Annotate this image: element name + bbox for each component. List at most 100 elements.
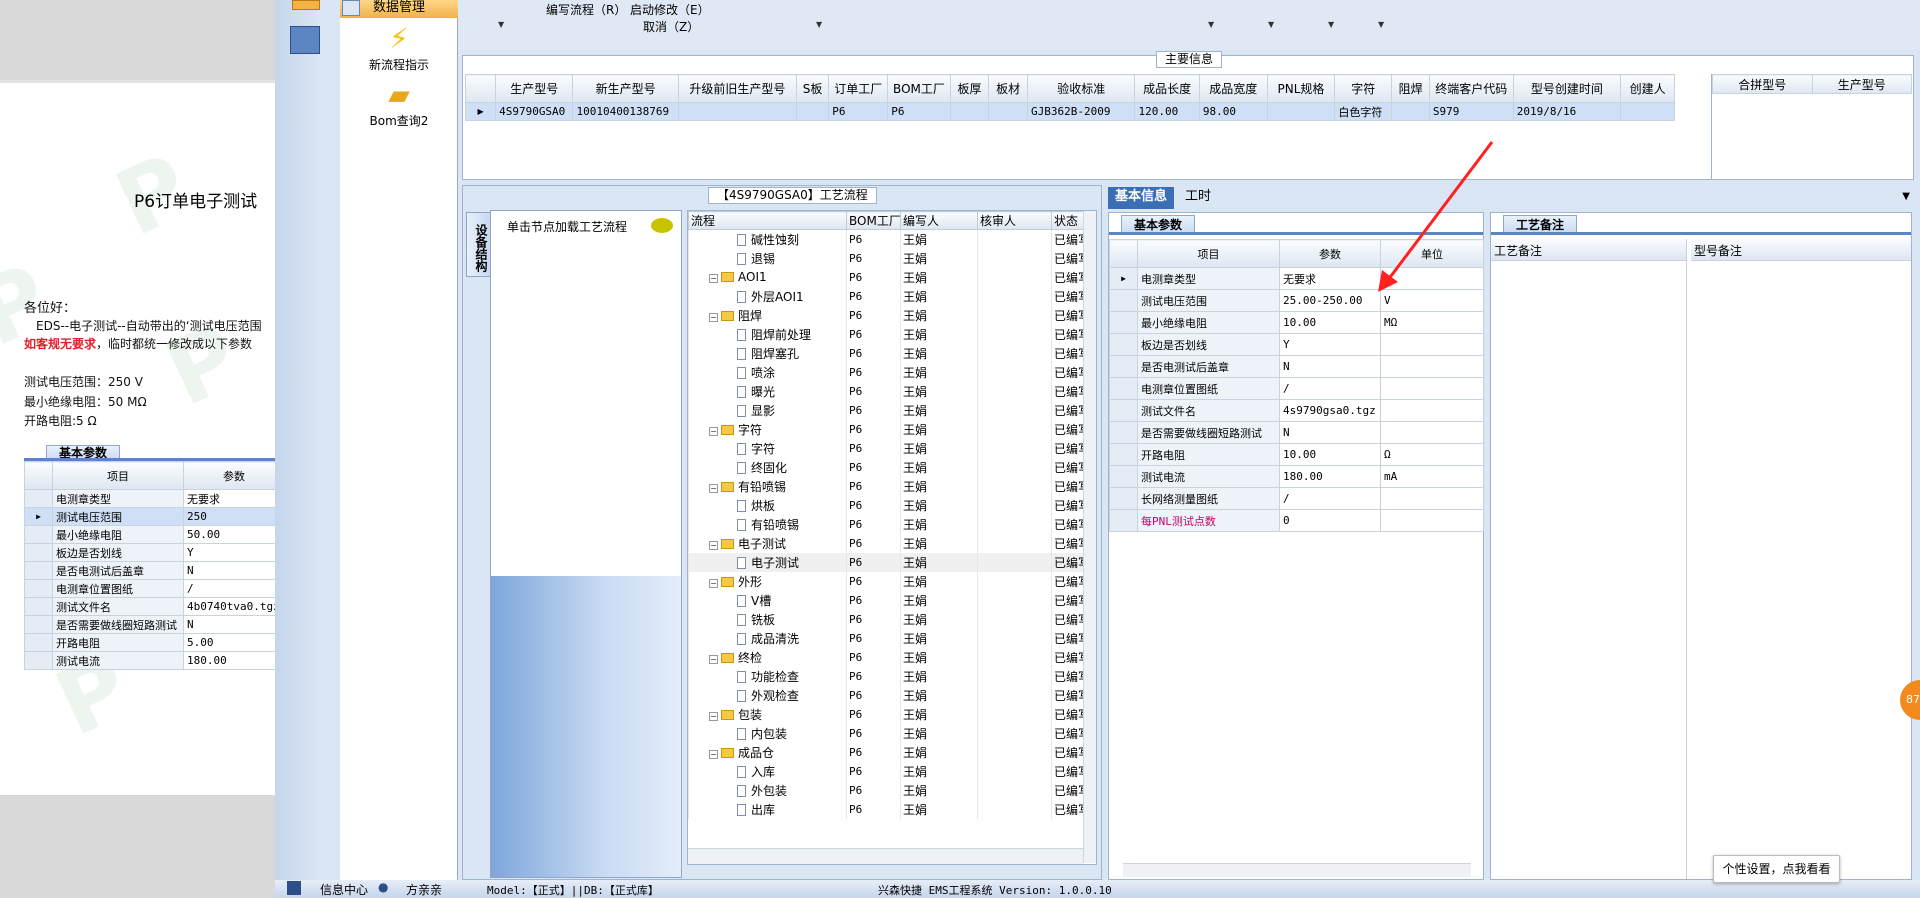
side-tab-equipment[interactable]: 设备结构 (466, 212, 490, 277)
param-value[interactable]: N (1279, 421, 1381, 444)
table-row[interactable]: 电测章位置图纸 / (24, 579, 275, 598)
table-row[interactable]: 是否电测试后盖章 N (24, 561, 275, 580)
table-row[interactable]: 测试电流 180.00 mA (1109, 465, 1484, 488)
tree-node[interactable]: − AOI1 P6王娟 已编写 (688, 267, 1086, 287)
table-row[interactable]: 开路电阻 10.00 Ω (1109, 443, 1484, 466)
param-value[interactable]: / (1279, 377, 1381, 400)
table-row[interactable]: 每PNL测试点数 0 (1109, 509, 1484, 532)
dropdown-arrow-icon[interactable]: ▼ (498, 20, 504, 29)
column-header[interactable]: BOM工厂 (887, 74, 951, 103)
tree-node[interactable]: 阻焊前处理 P6王娟 已编写 (688, 324, 1086, 344)
table-row[interactable]: 长网络测量图纸 / (1109, 487, 1484, 510)
collapse-toggle-icon[interactable]: − (709, 312, 718, 322)
param-value[interactable]: 4b0740tva0.tgz (183, 597, 275, 616)
dropdown-arrow-icon[interactable]: ▼ (1378, 20, 1384, 29)
horizontal-scrollbar[interactable] (1123, 863, 1471, 877)
table-row[interactable]: 板边是否划线 Y (24, 543, 275, 562)
tree-node[interactable]: − 字符 P6王娟 已编写 (688, 419, 1086, 439)
param-value[interactable]: 250 (183, 507, 275, 526)
collapse-toggle-icon[interactable]: − (709, 711, 718, 721)
table-row[interactable]: 测试文件名 4s9790gsa0.tgz (1109, 399, 1484, 422)
tree-node[interactable]: − 成品仓 P6王娟 已编写 (688, 742, 1086, 762)
dropdown-arrow-icon[interactable]: ▼ (1208, 20, 1214, 29)
dropdown-arrow-icon[interactable]: ▼ (816, 20, 822, 29)
tree-node[interactable]: − 电子测试 P6王娟 已编写 (688, 533, 1086, 553)
collapse-toggle-icon[interactable]: − (709, 426, 718, 436)
column-header[interactable]: 升级前旧生产型号 (677, 74, 797, 103)
tree-node[interactable]: 出库 P6王娟 已编写 (688, 799, 1086, 819)
param-value[interactable]: 10.00 (1279, 311, 1381, 334)
tree-node[interactable]: 曝光 P6王娟 已编写 (688, 381, 1086, 401)
collapse-toggle-icon[interactable]: − (709, 654, 718, 664)
column-header[interactable]: 生产型号 (495, 74, 574, 103)
write-flow-button[interactable]: 编写流程（R） (546, 1, 626, 18)
param-value[interactable]: 180.00 (183, 651, 275, 670)
column-header[interactable]: 终端客户代码 (1428, 74, 1514, 103)
info-center-link[interactable]: 信息中心 (320, 881, 368, 898)
column-header[interactable]: 型号创建时间 (1512, 74, 1622, 103)
column-header[interactable]: 成品宽度 (1198, 74, 1268, 103)
tree-node[interactable]: − 终检 P6王娟 已编写 (688, 647, 1086, 667)
tab-hours[interactable]: 工时 (1178, 187, 1218, 209)
horizontal-scrollbar[interactable] (688, 848, 1083, 864)
tree-node[interactable]: 成品清洗 P6王娟 已编写 (688, 628, 1086, 648)
column-header[interactable]: 成品长度 (1134, 74, 1200, 103)
table-row[interactable]: 测试电流 180.00 (24, 651, 275, 670)
column-header[interactable]: 状态 (1051, 211, 1086, 230)
tree-node[interactable]: − 包装 P6王娟 已编写 (688, 704, 1086, 724)
param-value[interactable]: N (183, 561, 275, 580)
tree-node[interactable]: V槽 P6王娟 已编写 (688, 590, 1086, 610)
param-value[interactable]: N (1279, 355, 1381, 378)
table-row[interactable]: 板边是否划线 Y (1109, 333, 1484, 356)
tree-node[interactable]: 入库 P6王娟 已编写 (688, 761, 1086, 781)
param-value[interactable]: 4s9790gsa0.tgz (1279, 399, 1381, 422)
table-row[interactable]: 测试文件名 4b0740tva0.tgz (24, 597, 275, 616)
param-value[interactable]: 50.00 (183, 525, 275, 544)
param-value[interactable]: 无要求 (183, 489, 275, 508)
table-row[interactable]: 是否电测试后盖章 N (1109, 355, 1484, 378)
table-row[interactable]: 是否需要做线圈短路测试 N (1109, 421, 1484, 444)
tree-node[interactable]: 外观检查 P6王娟 已编写 (688, 685, 1086, 705)
nav-new-flow[interactable]: ⚡ 新流程指示 (340, 24, 458, 73)
table-row[interactable]: 最小绝缘电阻 50.00 (24, 525, 275, 544)
table-row[interactable]: ▶ 测试电压范围 250 (24, 507, 275, 526)
tree-node[interactable]: 终固化 P6王娟 已编写 (688, 457, 1086, 477)
table-row[interactable]: 电测章位置图纸 / (1109, 377, 1484, 400)
tree-node[interactable]: − 阻焊 P6王娟 已编写 (688, 305, 1086, 325)
chevron-down-icon[interactable]: ▼ (1902, 191, 1910, 202)
nav-bom-query[interactable]: ▰ Bom查询2 (340, 80, 458, 129)
column-header[interactable]: 订单工厂 (828, 74, 889, 103)
table-row[interactable]: ▶ 4S9790GSA0 10010400138769 P6 P6 GJB362B-200… (464, 102, 1675, 121)
tree-node[interactable]: 功能检查 P6王娟 已编写 (688, 666, 1086, 686)
tree-node[interactable]: 显影 P6王娟 已编写 (688, 400, 1086, 420)
table-row[interactable]: 最小绝缘电阻 10.00 MΩ (1109, 311, 1484, 334)
column-header[interactable]: 创建人 (1620, 74, 1675, 103)
calculator-icon[interactable] (290, 26, 320, 54)
column-header[interactable]: S板 (795, 74, 830, 103)
tree-node[interactable]: 铣板 P6王娟 已编写 (688, 609, 1086, 629)
param-value[interactable]: / (183, 579, 275, 598)
tree-node[interactable]: 外包装 P6王娟 已编写 (688, 780, 1086, 800)
collapse-toggle-icon[interactable]: − (709, 749, 718, 759)
tree-node[interactable]: 喷涂 P6王娟 已编写 (688, 362, 1086, 382)
param-value[interactable]: 无要求 (1279, 267, 1381, 290)
column-header[interactable]: 阻焊 (1391, 74, 1430, 103)
column-header[interactable]: 板材 (988, 74, 1028, 103)
column-header[interactable]: 流程 (688, 211, 847, 230)
column-header[interactable]: 字符 (1334, 74, 1393, 103)
table-row[interactable]: 开路电阻 5.00 (24, 633, 275, 652)
column-header[interactable]: BOM工厂 (846, 211, 901, 230)
table-row[interactable]: 是否需要做线圈短路测试 N (24, 615, 275, 634)
param-value[interactable]: Y (183, 543, 275, 562)
collapse-toggle-icon[interactable]: − (709, 540, 718, 550)
tree-node[interactable]: 碱性蚀刻 P6王娟 已编写 (688, 229, 1086, 249)
tree-node[interactable]: 字符 P6王娟 已编写 (688, 438, 1086, 458)
column-header[interactable]: 板厚 (949, 74, 990, 103)
process-notes-tab[interactable]: 工艺备注 (1491, 215, 1911, 235)
collapse-toggle-icon[interactable]: − (709, 274, 718, 283)
column-header[interactable]: PNL规格 (1266, 74, 1336, 103)
tree-node[interactable]: 阻焊塞孔 P6王娟 已编写 (688, 343, 1086, 363)
dropdown-arrow-icon[interactable]: ▼ (1328, 20, 1334, 29)
start-modify-button[interactable]: 启动修改（E） (630, 1, 710, 18)
vertical-scrollbar[interactable] (1083, 211, 1096, 863)
